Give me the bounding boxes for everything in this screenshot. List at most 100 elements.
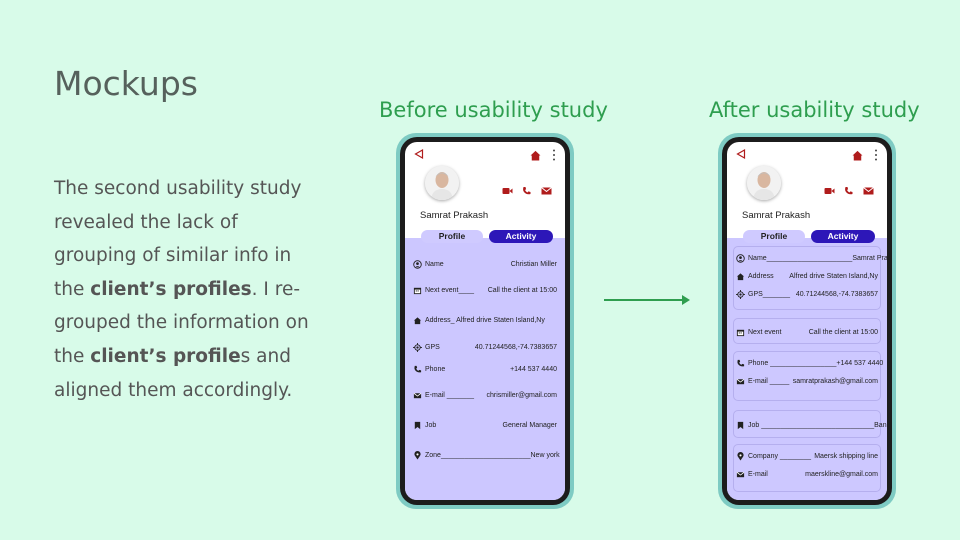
mail-icon (736, 378, 745, 384)
info-value: Call the client at 15:00 (487, 286, 557, 294)
video-call-icon[interactable] (824, 186, 835, 196)
calendar-icon (413, 287, 422, 294)
app-topbar (727, 142, 887, 166)
phone-screen: Samrat Prakash Profile Activity Name_______… (727, 142, 887, 500)
tab-profile[interactable]: Profile (743, 230, 805, 243)
video-call-icon[interactable] (502, 186, 513, 196)
email-icon[interactable] (541, 186, 552, 196)
info-row: Name______________________Samrat Prakash (736, 252, 887, 264)
info-value: maerskline@gmail.com (805, 470, 878, 478)
info-label: Phone (425, 365, 446, 373)
after-heading: After usability study (709, 98, 920, 122)
info-label: Next event (748, 328, 782, 336)
info-label: Next event____ (425, 286, 475, 294)
info-value: 40.71244568,-74.7383657 (474, 343, 557, 351)
phone-call-icon[interactable] (521, 186, 532, 196)
info-label: Zone_______________________ (425, 451, 531, 459)
avatar (425, 166, 459, 200)
bookmark-icon (414, 421, 421, 429)
info-value: General Manager (502, 421, 557, 429)
back-icon[interactable] (735, 148, 747, 160)
info-group: Next event Call the client at 15:00 (733, 318, 881, 344)
info-label: Job _____________________________ (748, 421, 875, 429)
tab-profile[interactable]: Profile (421, 230, 483, 243)
info-label: E-mail _____ (748, 377, 790, 385)
person-icon (736, 253, 745, 263)
info-row: Job General Manager (413, 419, 557, 431)
tab-activity[interactable]: Activity (811, 230, 875, 243)
info-row: Phone +144 537 4440 (413, 363, 557, 375)
info-row: GPS_______ 40.71244568,-74.7383657 (736, 288, 878, 300)
info-group: Company ________ Maersk shipping line E-ma… (733, 444, 881, 492)
info-row: Zone_______________________ New york (413, 449, 560, 461)
more-vert-icon[interactable] (552, 148, 556, 162)
info-value: New york (530, 451, 560, 459)
info-label: Address (748, 272, 774, 280)
phone-before: Samrat Prakash Profile Activity Name Christi… (396, 133, 574, 509)
info-value: +144 537 4440 (836, 359, 884, 367)
info-row: Next event Call the client at 15:00 (736, 326, 878, 338)
info-value: Call the client at 15:00 (808, 328, 878, 336)
gps-icon (736, 289, 745, 299)
gps-icon (413, 342, 422, 352)
info-value: Samrat Prakash (852, 254, 887, 262)
info-label: Name______________________ (748, 254, 853, 262)
info-row: Name Christian Miller (413, 258, 557, 270)
phone-icon (737, 359, 745, 366)
info-value: Banker (874, 421, 887, 429)
client-photo (747, 166, 781, 200)
info-label: E-mail _______ (425, 391, 475, 399)
phone-frame: Samrat Prakash Profile Activity Name_______… (722, 137, 892, 505)
person-icon (413, 259, 422, 269)
info-group: Job _____________________________Banker (733, 410, 887, 438)
client-name: Samrat Prakash (742, 210, 811, 221)
pin-icon (414, 450, 421, 460)
email-icon[interactable] (863, 186, 874, 196)
more-vert-icon[interactable] (874, 148, 878, 162)
info-row: Company ________ Maersk shipping line (736, 450, 878, 462)
back-icon[interactable] (413, 148, 425, 160)
info-group: Name______________________Samrat Prakash… (733, 246, 887, 310)
app-topbar (405, 142, 565, 166)
info-row: E-mail maerskline@gmail.com (736, 468, 878, 480)
arrow-right-icon (604, 295, 690, 305)
info-value: Christian Miller (510, 260, 557, 268)
home-icon (413, 316, 422, 324)
info-row: Address Alfred drive Staten Island,Ny (736, 270, 878, 282)
slide-title: Mockups (54, 64, 198, 103)
info-row: Address_ Alfred drive Staten Island,Ny (413, 314, 557, 326)
info-value: chrismiller@gmail.com (486, 391, 557, 399)
info-value: samratprakash@gmail.com (792, 377, 878, 385)
info-label: Job (425, 421, 437, 429)
phone-call-icon[interactable] (843, 186, 854, 196)
info-label: GPS (425, 343, 440, 351)
before-heading: Before usability study (379, 98, 608, 122)
client-photo (425, 166, 459, 200)
home-icon (736, 272, 745, 280)
info-value: 40.71244568,-74.7383657 (795, 290, 878, 298)
mail-icon (413, 392, 422, 398)
phone-screen: Samrat Prakash Profile Activity Name Christi… (405, 142, 565, 500)
info-label: Company ________ (748, 452, 812, 460)
info-row: E-mail _______ chrismiller@gmail.com (413, 389, 557, 401)
home-icon[interactable] (530, 150, 541, 161)
info-label: Phone _________________ (748, 359, 837, 367)
info-value: Maersk shipping line (814, 452, 878, 460)
info-label: GPS_______ (748, 290, 791, 298)
info-label: Name (425, 260, 444, 268)
phone-frame: Samrat Prakash Profile Activity Name Christi… (400, 137, 570, 505)
info-value: Alfred drive Staten Island,Ny (789, 272, 878, 280)
info-row: GPS 40.71244568,-74.7383657 (413, 341, 557, 353)
home-icon[interactable] (852, 150, 863, 161)
phone-after: Samrat Prakash Profile Activity Name_______… (718, 133, 896, 509)
info-label: Address_ Alfred drive Staten Island,Ny (425, 316, 545, 324)
info-row: Next event____ Call the client at 15:00 (413, 284, 557, 296)
tab-activity[interactable]: Activity (489, 230, 553, 243)
bookmark-icon (737, 421, 744, 429)
info-row: E-mail _____ samratprakash@gmail.com (736, 375, 878, 387)
info-label: E-mail (748, 470, 768, 478)
avatar (747, 166, 781, 200)
info-row: Job _____________________________Banker (736, 419, 887, 431)
info-group: Phone _________________ +144 537 4440 E-ma… (733, 351, 884, 401)
pin-icon (737, 451, 744, 461)
